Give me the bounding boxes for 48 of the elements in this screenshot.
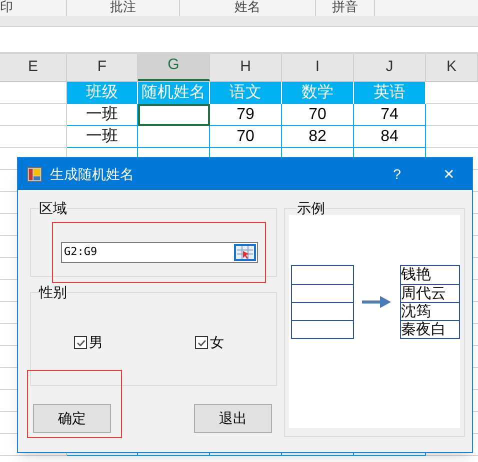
- table-cell[interactable]: [138, 126, 210, 148]
- checkbox-box[interactable]: [74, 336, 87, 349]
- help-button[interactable]: ?: [380, 164, 414, 184]
- ribbon-label[interactable]: 姓名: [234, 0, 260, 16]
- close-button[interactable]: ✕: [426, 164, 472, 184]
- table-cell: 70: [210, 126, 282, 148]
- header-cell: 班级: [67, 82, 138, 104]
- field-value: G2:G9: [64, 244, 98, 260]
- name-cell-text: 钱艳: [401, 266, 432, 284]
- app-icon: [27, 166, 42, 182]
- column-header[interactable]: K: [426, 54, 478, 81]
- ribbon-label[interactable]: 印: [0, 0, 13, 16]
- table-cell[interactable]: [138, 104, 210, 126]
- table-cell: 82: [282, 126, 354, 148]
- table-cell: 84: [354, 126, 426, 148]
- table-cell: [0, 104, 67, 126]
- column-header[interactable]: G: [138, 54, 210, 81]
- table-cell: 74: [354, 104, 426, 126]
- table-cell: 70: [282, 104, 354, 126]
- arrow-icon: [362, 296, 392, 308]
- checkbox-label: 男: [89, 333, 103, 352]
- window-title: 生成随机姓名: [50, 164, 135, 184]
- name-cell: 周代云: [401, 284, 459, 302]
- name-cell: 秦夜白: [401, 320, 459, 338]
- column-header[interactable]: J: [354, 54, 426, 81]
- ribbon-label[interactable]: 拼音: [332, 0, 358, 16]
- table-cell: [0, 126, 67, 148]
- ribbon-label[interactable]: 批注: [110, 0, 136, 16]
- column-header[interactable]: E: [0, 54, 67, 81]
- checkbox-label: 女: [210, 333, 224, 352]
- header-cell: 数学: [282, 82, 354, 104]
- group-label: 示例: [297, 201, 325, 215]
- range-field[interactable]: G2:G9: [61, 242, 258, 263]
- group-label: 区域: [39, 201, 67, 215]
- column-header[interactable]: H: [210, 54, 282, 81]
- range-picker-icon[interactable]: [234, 244, 256, 261]
- table-cell: 一班: [67, 104, 138, 126]
- checkbox-box[interactable]: [195, 336, 208, 349]
- dialog-button[interactable]: 确定: [33, 404, 111, 433]
- column-header[interactable]: I: [282, 54, 354, 81]
- table-cell: 一班: [67, 126, 138, 148]
- header-cell: 英语: [354, 82, 426, 104]
- group-label: 性别: [39, 285, 67, 299]
- header-cell: 随机姓名: [138, 82, 210, 104]
- dialog-button[interactable]: 退出: [194, 404, 272, 433]
- header-cell: 语文: [210, 82, 282, 104]
- table-cell: 79: [210, 104, 282, 126]
- name-cell: 沈筠: [401, 302, 459, 320]
